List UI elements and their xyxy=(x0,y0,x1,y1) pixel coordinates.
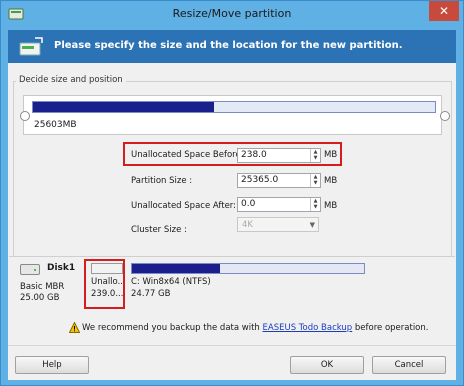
c-partition-bar[interactable] xyxy=(131,263,365,274)
slider-track xyxy=(32,101,436,113)
slider-right-handle[interactable] xyxy=(440,111,450,121)
partition-size-input[interactable]: 25365.0 ▲ ▼ xyxy=(237,173,321,188)
cluster-size-label: Cluster Size : xyxy=(131,225,187,235)
title-bar: Resize/Move partition ✕ xyxy=(1,1,463,28)
warning-icon xyxy=(69,322,80,333)
c-partition-size: 24.77 GB xyxy=(131,289,171,299)
hard-disk-icon xyxy=(20,264,40,275)
group-label: Decide size and position xyxy=(16,75,126,85)
unallocated-after-label: Unallocated Space After: xyxy=(131,201,237,211)
cluster-size-select[interactable]: 4K ▼ xyxy=(237,217,319,232)
ok-button[interactable]: OK xyxy=(290,356,364,374)
close-button[interactable]: ✕ xyxy=(429,1,459,21)
partition-size-label: Partition Size : xyxy=(131,176,193,186)
disk-type: Basic MBR xyxy=(20,282,65,292)
slider-left-handle[interactable] xyxy=(20,111,30,121)
header-banner: Please specify the size and the location… xyxy=(8,30,456,63)
cancel-button[interactable]: Cancel xyxy=(372,356,446,374)
highlight-box-unallocated xyxy=(84,259,125,309)
unallocated-after-input[interactable]: 0.0 ▲ ▼ xyxy=(237,197,321,212)
resize-move-dialog: Resize/Move partition ✕ Please specify t… xyxy=(0,0,464,386)
todo-backup-link[interactable]: EASEUS Todo Backup xyxy=(263,323,353,333)
spin-arrows-icon[interactable]: ▲ ▼ xyxy=(310,174,320,187)
spin-arrows-icon[interactable]: ▲ ▼ xyxy=(310,198,320,211)
partition-size-text: 25603MB xyxy=(34,120,77,130)
help-button[interactable]: Help xyxy=(15,356,89,374)
button-row: Help OK Cancel xyxy=(8,345,456,380)
c-partition-fill xyxy=(132,264,221,273)
disk-name: Disk1 xyxy=(47,263,76,273)
slider-fill xyxy=(33,102,214,112)
unit-label: MB xyxy=(324,176,338,186)
partition-slider[interactable] xyxy=(23,95,442,135)
disk-map: Disk1 Basic MBR 25.00 GB Unallo... 239.0… xyxy=(9,256,455,313)
chevron-down-icon: ▼ xyxy=(309,221,315,229)
backup-notice: We recommend you backup the data with EA… xyxy=(82,323,429,333)
unit-label: MB xyxy=(324,201,338,211)
disk-resize-icon xyxy=(19,37,43,56)
dialog-body: Decide size and position 25603MB Unalloc… xyxy=(8,63,456,380)
disk-size: 25.00 GB xyxy=(20,293,60,303)
highlight-box-before xyxy=(123,142,342,166)
banner-text: Please specify the size and the location… xyxy=(54,40,403,51)
window-title: Resize/Move partition xyxy=(172,7,292,20)
c-partition-label: C: Win8x64 (NTFS) xyxy=(131,277,211,287)
